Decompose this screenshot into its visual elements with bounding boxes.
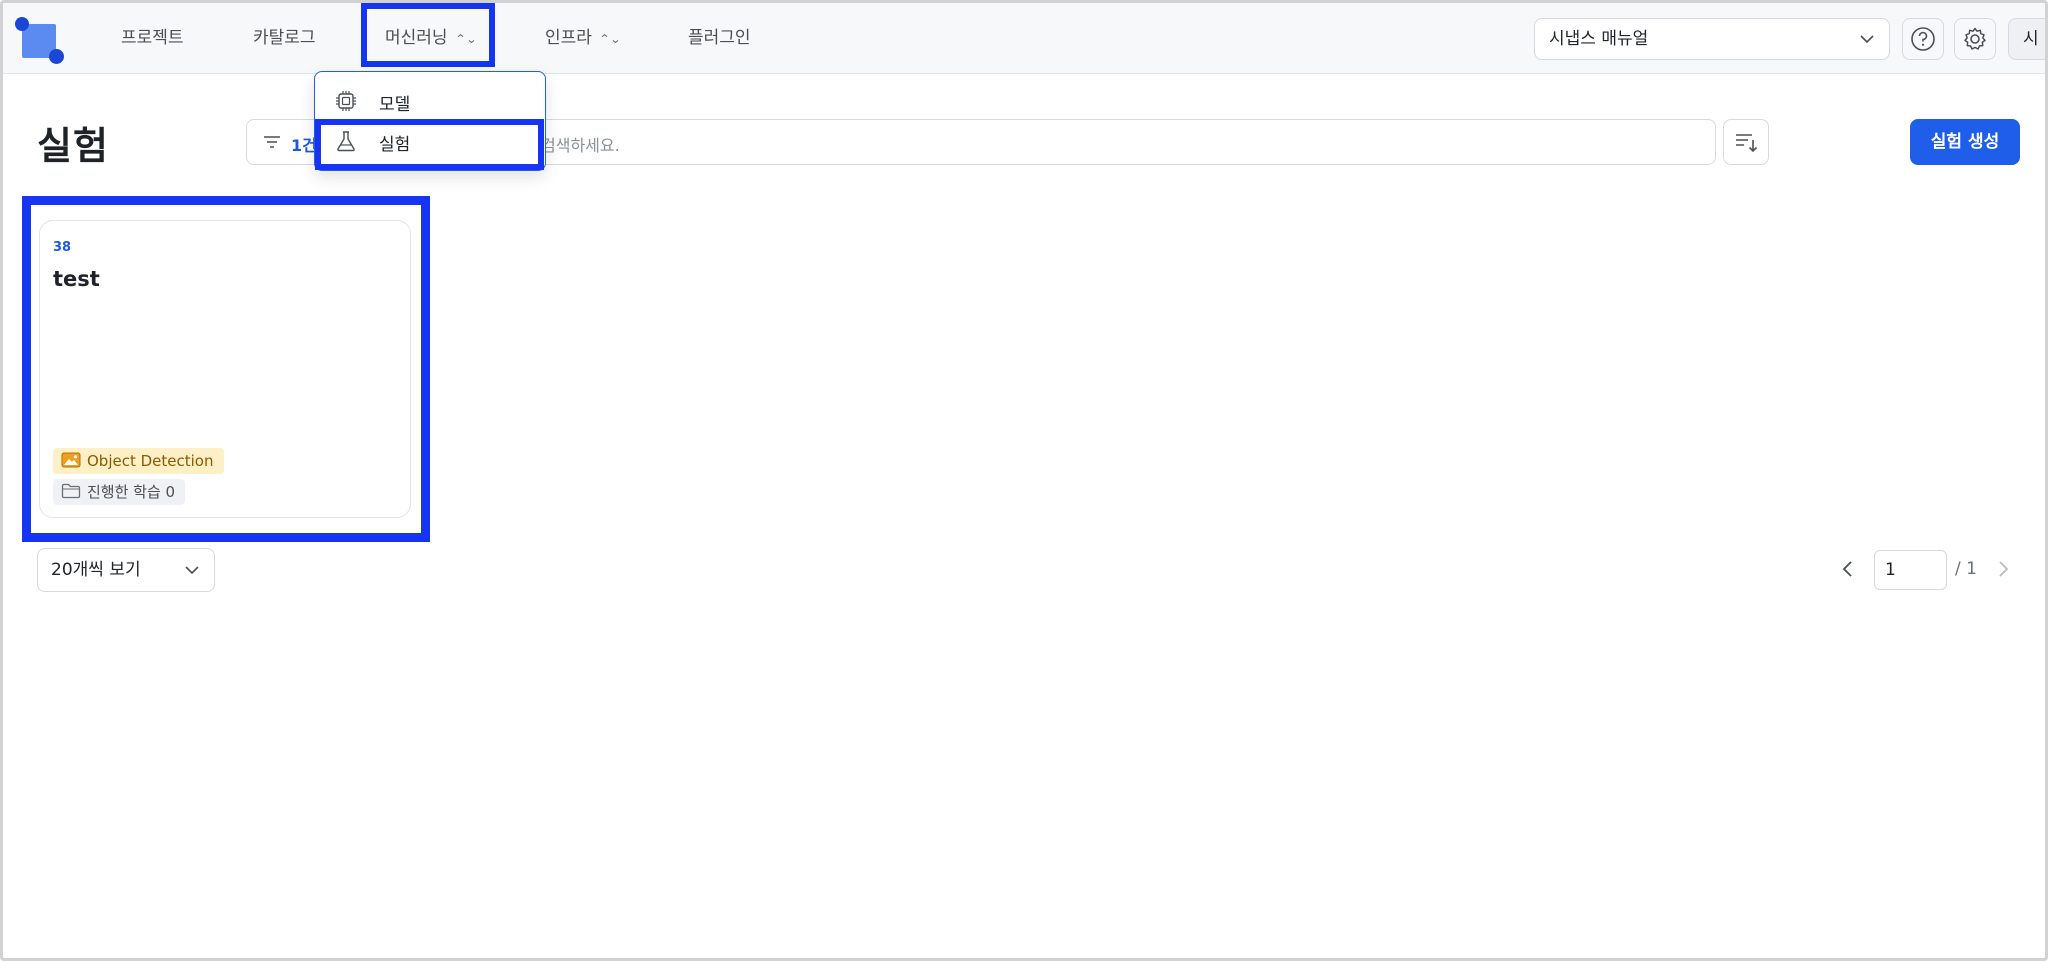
sort-button[interactable]: [1723, 119, 1769, 165]
sort-icon: [1736, 134, 1758, 153]
menu-highlight-frame: [315, 119, 544, 170]
manual-select[interactable]: 시냅스 매뉴얼: [1534, 18, 1890, 60]
help-icon: [1911, 27, 1935, 51]
settings-button[interactable]: [1954, 18, 1996, 60]
menu-item-models[interactable]: 모델: [315, 82, 545, 120]
create-experiment-button[interactable]: 실험 생성: [1910, 119, 2020, 165]
training-count-badge: 진행한 학습 0: [53, 479, 186, 505]
filter-icon[interactable]: [263, 134, 281, 150]
prev-page-icon[interactable]: [1839, 558, 1857, 580]
nav-highlight-frame: [361, 3, 495, 67]
top-nav-bar: 프로젝트 카탈로그 머신러닝 ⌃⌄ 인프라 ⌃⌄ 플러그인 시냅스 매뉴얼 시: [3, 3, 2045, 74]
experiment-name: test: [53, 267, 100, 291]
experiment-id: 38: [53, 240, 72, 255]
app-logo[interactable]: [15, 17, 65, 65]
page-title: 실험: [37, 124, 109, 168]
image-icon: [61, 452, 81, 468]
user-avatar-button[interactable]: 시: [2008, 18, 2045, 60]
folder-icon: [61, 483, 81, 499]
chevron-updown-icon: ⌃⌄: [598, 32, 622, 46]
nav-item-catalog[interactable]: 카탈로그: [253, 21, 316, 55]
chevron-down-icon: [185, 566, 199, 575]
search-input[interactable]: 검색하세요.: [541, 132, 620, 156]
nav-item-infra[interactable]: 인프라 ⌃⌄: [545, 21, 622, 55]
gear-icon: [1964, 27, 1986, 50]
app-window: 프로젝트 카탈로그 머신러닝 ⌃⌄ 인프라 ⌃⌄ 플러그인 시냅스 매뉴얼 시 …: [0, 0, 2048, 961]
help-button[interactable]: [1902, 18, 1944, 60]
experiment-card[interactable]: 38 test Object Detection 진행한 학습 0: [39, 220, 411, 518]
result-count[interactable]: 1건: [291, 132, 317, 156]
chevron-down-icon: [1860, 35, 1874, 44]
task-type-badge: Object Detection: [53, 448, 224, 474]
page-size-select[interactable]: 20개씩 보기: [37, 548, 215, 592]
next-page-icon[interactable]: [1994, 558, 2012, 580]
chip-icon: [336, 91, 356, 111]
nav-item-plugins[interactable]: 플러그인: [688, 21, 751, 55]
page-number-input[interactable]: 1: [1874, 550, 1947, 590]
page-total: / 1: [1955, 559, 1977, 579]
nav-item-projects[interactable]: 프로젝트: [121, 21, 184, 55]
